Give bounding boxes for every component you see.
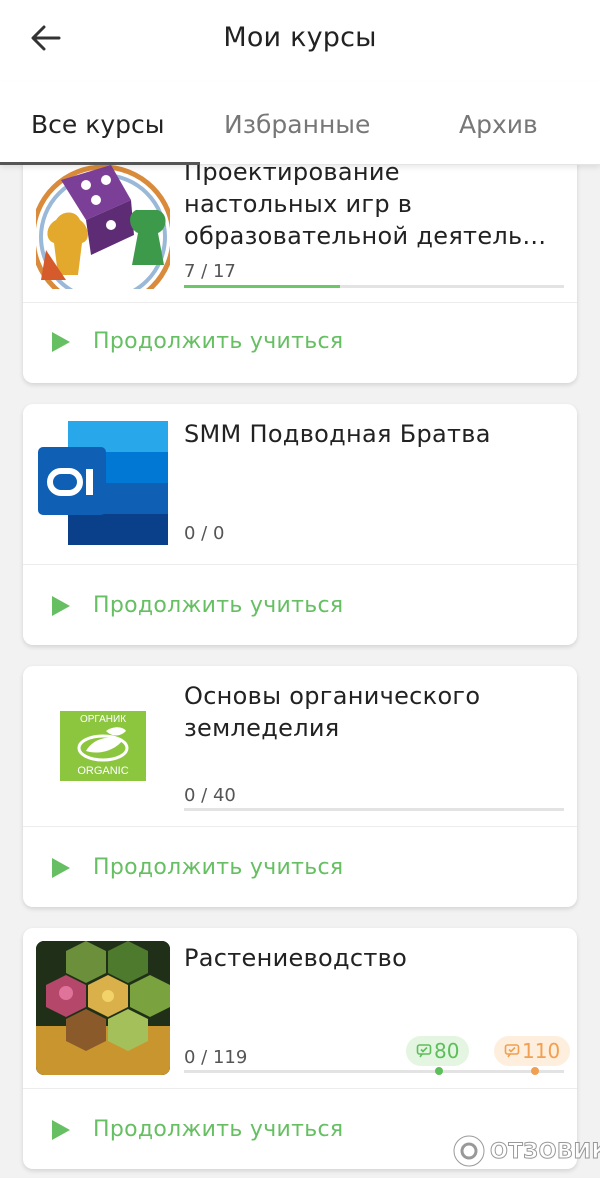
card-divider (23, 302, 577, 303)
course-title-line: земледелия (184, 714, 340, 742)
progress-bar (184, 285, 564, 288)
outlook-logo-image (36, 417, 170, 551)
course-card[interactable]: SMM Подводная Братва 0 / 0 Продолжить уч… (23, 404, 577, 645)
board-game-dice-pawns-image (36, 155, 170, 289)
tab-favorites[interactable]: Избранные (224, 110, 370, 139)
card-divider (23, 564, 577, 565)
progress-count: 7 / 17 (184, 261, 236, 282)
page-title: Мои курсы (223, 22, 377, 53)
card-divider (23, 826, 577, 827)
organic-logo-image: ОРГАНИК ORGANIC (36, 679, 170, 813)
green-badge-count: 80 (434, 1039, 460, 1063)
green-milestone-dot (435, 1067, 443, 1075)
continue-learning-button[interactable]: Продолжить учиться (51, 1117, 343, 1142)
progress-count: 0 / 40 (184, 785, 236, 806)
comment-check-icon (504, 1044, 520, 1058)
progress-bar (184, 1067, 564, 1075)
otzovik-watermark: ОТЗОВИК (452, 1132, 600, 1170)
play-icon (52, 331, 70, 352)
course-title-line: настольных игр в (184, 190, 413, 218)
course-title-line: Основы органического (184, 682, 481, 710)
watermark-text: ОТЗОВИК (489, 1139, 600, 1164)
orange-badge-count: 110 (522, 1039, 561, 1063)
continue-learning-button[interactable]: Продолжить учиться (51, 593, 343, 618)
continue-learning-label: Продолжить учиться (93, 855, 344, 880)
plants-hexagon-collage-image (36, 941, 170, 1075)
continue-learning-label: Продолжить учиться (93, 593, 344, 618)
progress-count: 0 / 0 (184, 523, 225, 544)
card-divider (23, 1088, 577, 1089)
play-icon (52, 1119, 70, 1140)
orange-milestone-dot (531, 1067, 539, 1075)
continue-learning-label: Продолжить учиться (93, 1117, 344, 1142)
organic-logo-text-bottom: ORGANIC (77, 765, 129, 777)
orange-count-badge: 110 (494, 1036, 571, 1066)
continue-learning-label: Продолжить учиться (93, 329, 344, 354)
course-title-line: SMM Подводная Братва (184, 420, 491, 448)
otzovik-logo-icon (452, 1134, 486, 1168)
continue-learning-button[interactable]: Продолжить учиться (51, 855, 343, 880)
progress-bar (184, 808, 564, 811)
course-card[interactable]: ОРГАНИК ORGANIC Основы органического зем… (23, 666, 577, 907)
comment-check-icon (416, 1044, 432, 1058)
active-tab-indicator (0, 162, 200, 165)
app-bar: Мои курсы (0, 0, 600, 82)
tab-all-courses[interactable]: Все курсы (31, 110, 164, 139)
tab-bar: Все курсы Избранные Архив (0, 82, 600, 165)
tab-archive[interactable]: Архив (459, 110, 538, 139)
progress-fill (184, 285, 340, 288)
course-title-line: Растениеводство (184, 944, 408, 972)
play-icon (52, 857, 70, 878)
play-icon (52, 595, 70, 616)
course-title-line: образовательной деятель... (184, 222, 547, 250)
green-count-badge: 80 (406, 1036, 470, 1066)
progress-count: 0 / 119 (184, 1047, 248, 1068)
continue-learning-button[interactable]: Продолжить учиться (51, 329, 343, 354)
organic-logo-text-top: ОРГАНИК (79, 714, 127, 725)
